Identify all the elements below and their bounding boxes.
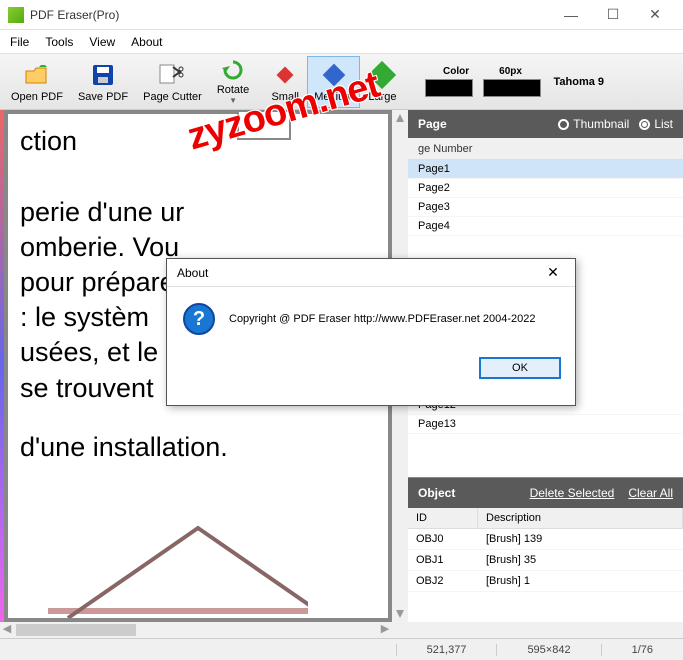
- info-icon: ?: [183, 303, 215, 335]
- size-label: 60px: [499, 66, 522, 77]
- font-label[interactable]: Tahoma 9: [554, 76, 605, 88]
- thumbnail-radio[interactable]: Thumbnail: [558, 117, 629, 131]
- color-swatch[interactable]: [425, 79, 473, 97]
- object-table-header: IDDescription: [408, 508, 683, 529]
- clear-all-link[interactable]: Clear All: [628, 486, 673, 500]
- rotate-icon: [219, 58, 247, 82]
- menu-about[interactable]: About: [131, 35, 162, 49]
- menu-tools[interactable]: Tools: [45, 35, 73, 49]
- status-pages: 1/76: [601, 644, 683, 656]
- page-row[interactable]: Page1: [408, 160, 683, 179]
- object-row[interactable]: OBJ0[Brush] 139: [408, 529, 683, 550]
- minimize-button[interactable]: —: [551, 2, 591, 28]
- eraser-small-icon: [271, 61, 299, 89]
- list-radio[interactable]: List: [639, 117, 673, 131]
- dialog-text: Copyright @ PDF Eraser http://www.PDFEra…: [229, 313, 535, 325]
- toolbar: Open PDF Save PDF Page Cutter Rotate ▼ S…: [0, 54, 683, 110]
- object-panel-header: Object Delete Selected Clear All: [408, 478, 683, 508]
- rotate-button[interactable]: Rotate ▼: [210, 56, 256, 108]
- ok-button[interactable]: OK: [479, 357, 561, 379]
- save-pdf-button[interactable]: Save PDF: [71, 56, 135, 108]
- page-row[interactable]: Page2: [408, 179, 683, 198]
- statusbar: 521,377 595×842 1/76: [0, 638, 683, 660]
- menubar: File Tools View About: [0, 30, 683, 54]
- status-coords: 521,377: [396, 644, 497, 656]
- app-icon: [8, 7, 24, 23]
- status-dim: 595×842: [496, 644, 600, 656]
- titlebar: PDF Eraser(Pro) — ☐ ✕: [0, 0, 683, 30]
- page-cutter-button[interactable]: Page Cutter: [136, 56, 209, 108]
- dialog-close-button[interactable]: ✕: [541, 264, 565, 281]
- doc-heading: ction: [20, 124, 376, 159]
- window-title: PDF Eraser(Pro): [30, 8, 551, 22]
- delete-selected-link[interactable]: Delete Selected: [530, 486, 615, 500]
- folder-open-icon: [23, 61, 51, 89]
- doc-line2: d'une installation.: [20, 430, 376, 465]
- horizontal-scrollbar[interactable]: ◀ ▶: [0, 622, 683, 638]
- open-pdf-button[interactable]: Open PDF: [4, 56, 70, 108]
- menu-file[interactable]: File: [10, 35, 29, 49]
- page-list: Page1 Page2 Page3 Page4: [408, 160, 683, 244]
- dialog-title: About: [177, 266, 208, 280]
- dropdown-icon: ▼: [229, 96, 237, 105]
- size-swatch[interactable]: [483, 79, 541, 97]
- brush-small-button[interactable]: Small: [264, 56, 306, 108]
- brush-medium-button[interactable]: Medium: [307, 56, 360, 108]
- save-icon: [89, 61, 117, 89]
- object-row[interactable]: OBJ1[Brush] 35: [408, 550, 683, 571]
- page-row[interactable]: Page3: [408, 198, 683, 217]
- eraser-large-icon: [368, 61, 396, 89]
- about-dialog: About ✕ ? Copyright @ PDF Eraser http://…: [166, 258, 576, 406]
- brush-large-button[interactable]: Large: [361, 56, 403, 108]
- eraser-medium-icon: [320, 61, 348, 89]
- page-row[interactable]: Page4: [408, 217, 683, 236]
- triangle-drawing: [48, 518, 308, 618]
- thumb-preview-box: [237, 110, 291, 140]
- menu-view[interactable]: View: [89, 35, 115, 49]
- page-panel-header: Page Thumbnail List: [408, 110, 683, 138]
- color-label: Color: [443, 66, 469, 77]
- scissors-icon: [158, 61, 186, 89]
- object-row[interactable]: OBJ2[Brush] 1: [408, 571, 683, 592]
- page-column-header: ge Number: [408, 138, 683, 160]
- close-button[interactable]: ✕: [635, 2, 675, 28]
- gutter: [0, 110, 4, 622]
- maximize-button[interactable]: ☐: [593, 2, 633, 28]
- page-row[interactable]: Page13: [408, 415, 683, 434]
